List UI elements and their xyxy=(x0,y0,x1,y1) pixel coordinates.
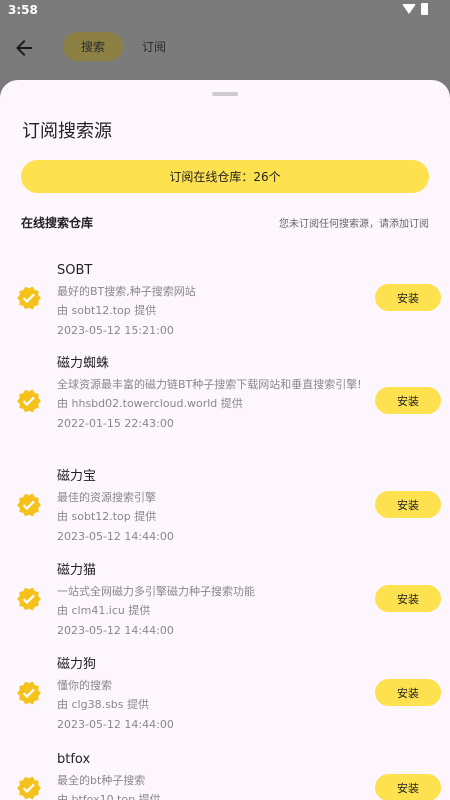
battery-icon xyxy=(421,3,428,15)
item-name: SOBT xyxy=(57,263,93,278)
item-desc: 最佳的资源搜索引擎 xyxy=(57,491,156,504)
item-desc: 最好的BT搜索,种子搜索网站 xyxy=(57,285,196,298)
verified-check-icon xyxy=(17,286,41,310)
item-date: 2023-05-12 15:21:00 xyxy=(57,324,174,337)
wifi-icon xyxy=(402,4,416,14)
section-hint: 您未订阅任何搜索源，请添加订阅 xyxy=(279,219,429,230)
verified-check-icon xyxy=(17,776,41,800)
list-item: btfox 最全的bt种子搜索 由 btfox10.top 提供 安装 xyxy=(0,739,450,800)
item-desc: 最全的bt种子搜索 xyxy=(57,774,146,787)
item-name: 磁力宝 xyxy=(57,469,97,484)
item-date: 2023-05-12 14:44:00 xyxy=(57,624,174,637)
sheet-title: 订阅搜索源 xyxy=(22,121,112,142)
source-list: SOBT 最好的BT搜索,种子搜索网站 由 sobt12.top 提供 2023… xyxy=(0,250,450,800)
list-item: SOBT 最好的BT搜索,种子搜索网站 由 sobt12.top 提供 2023… xyxy=(0,250,450,343)
verified-check-icon xyxy=(17,389,41,413)
install-button[interactable]: 安装 xyxy=(375,284,441,311)
install-button[interactable]: 安装 xyxy=(375,387,441,414)
item-desc: 全球资源最丰富的磁力链BT种子搜索下载网站和垂直搜索引擎! xyxy=(57,378,362,391)
subscribe-repo-button[interactable]: 订阅在线仓库：26个 xyxy=(21,160,429,193)
item-date: 2022-01-15 22:43:00 xyxy=(57,417,174,430)
verified-check-icon xyxy=(17,493,41,517)
install-button[interactable]: 安装 xyxy=(375,491,441,518)
item-name: 磁力猫 xyxy=(57,563,97,578)
item-date: 2023-05-12 14:44:00 xyxy=(57,718,174,731)
status-bar: 3:58 xyxy=(0,0,450,22)
verified-check-icon xyxy=(17,587,41,611)
tab-subscribe[interactable]: 订阅 xyxy=(134,32,174,61)
item-desc: 一站式全网磁力多引擎磁力种子搜索功能 xyxy=(57,585,255,598)
tab-search[interactable]: 搜索 xyxy=(63,32,123,61)
back-arrow-icon[interactable] xyxy=(12,36,36,60)
status-time: 3:58 xyxy=(8,3,38,17)
bottom-sheet: 订阅搜索源 订阅在线仓库：26个 在线搜索仓库 您未订阅任何搜索源，请添加订阅 … xyxy=(0,80,450,800)
list-item: 磁力蜘蛛 全球资源最丰富的磁力链BT种子搜索下载网站和垂直搜索引擎! 由 hhs… xyxy=(0,343,450,456)
list-item: 磁力狗 懂你的搜索 由 clg38.sbs 提供 2023-05-12 14:4… xyxy=(0,644,450,739)
item-name: 磁力狗 xyxy=(57,657,97,672)
drag-handle[interactable] xyxy=(212,92,238,96)
install-button[interactable]: 安装 xyxy=(375,585,441,612)
item-name: btfox xyxy=(57,752,91,767)
list-item: 磁力猫 一站式全网磁力多引擎磁力种子搜索功能 由 clm41.icu 提供 20… xyxy=(0,550,450,644)
item-date: 2023-05-12 14:44:00 xyxy=(57,530,174,543)
item-desc: 懂你的搜索 xyxy=(57,679,112,692)
item-name: 磁力蜘蛛 xyxy=(57,356,110,371)
verified-check-icon xyxy=(17,681,41,705)
install-button[interactable]: 安装 xyxy=(375,679,441,706)
section-title: 在线搜索仓库 xyxy=(21,216,94,230)
install-button[interactable]: 安装 xyxy=(375,774,441,800)
list-item: 磁力宝 最佳的资源搜索引擎 由 sobt12.top 提供 2023-05-12… xyxy=(0,456,450,550)
app-bar: 搜索 订阅 xyxy=(0,22,450,80)
status-icons xyxy=(402,3,428,15)
